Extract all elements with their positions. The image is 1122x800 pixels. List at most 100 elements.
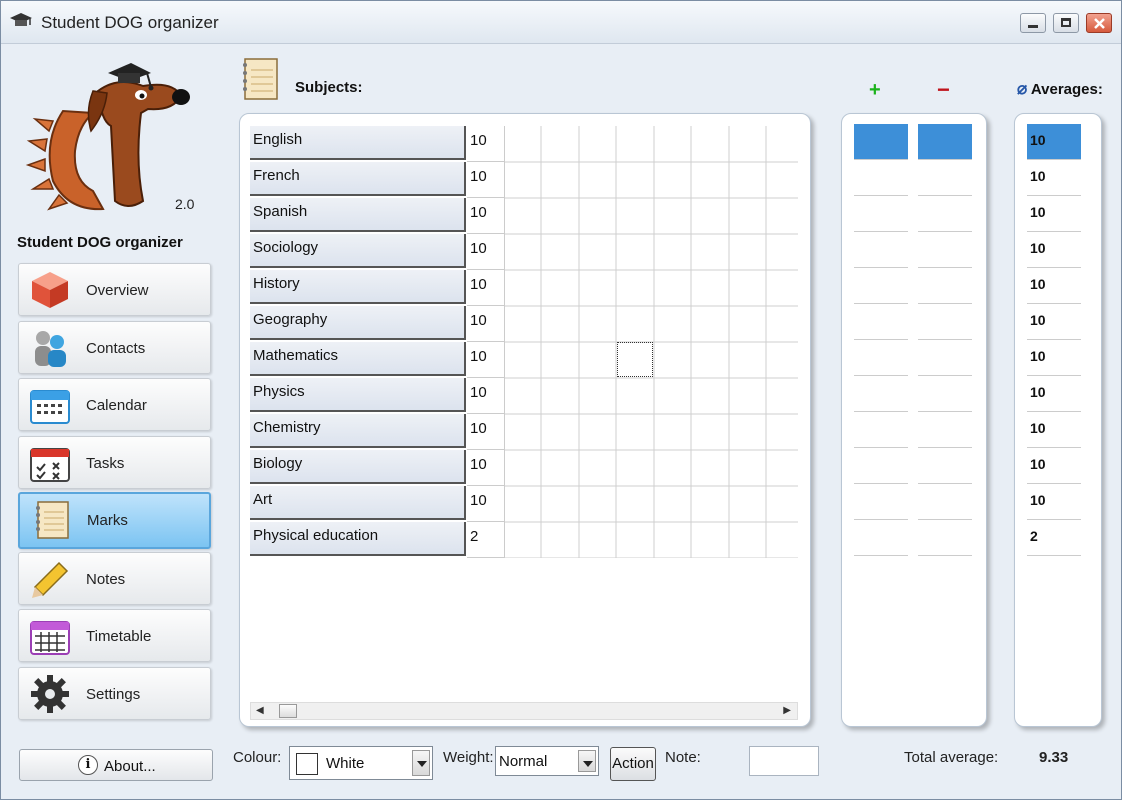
scroll-left-icon[interactable]: ◀ <box>256 705 264 716</box>
minus-cell[interactable] <box>918 232 972 268</box>
nav-marks-label: Marks <box>87 512 128 529</box>
minimize-icon <box>1028 25 1038 28</box>
minus-icon[interactable]: − <box>937 77 950 103</box>
plus-cell[interactable] <box>854 340 908 376</box>
close-button[interactable] <box>1086 13 1112 33</box>
subject-name-cell[interactable]: History <box>250 270 466 304</box>
average-cell[interactable]: 10 <box>1027 304 1081 340</box>
weight-select[interactable]: Normal <box>495 746 599 776</box>
average-cell[interactable]: 2 <box>1027 520 1081 556</box>
plus-cell[interactable] <box>854 124 908 160</box>
subject-name-cell[interactable]: English <box>250 126 466 160</box>
plus-cell[interactable] <box>854 412 908 448</box>
subject-name-cell[interactable]: Biology <box>250 450 466 484</box>
nav-overview-label: Overview <box>86 282 149 299</box>
about-button[interactable]: i About... <box>19 749 213 781</box>
mark-cell[interactable]: 10 <box>467 162 505 198</box>
averages-title-label: Averages: <box>1030 81 1103 98</box>
minimize-button[interactable] <box>1020 13 1046 33</box>
plus-cell[interactable] <box>854 520 908 556</box>
action-button[interactable]: Action <box>610 747 656 781</box>
chevron-down-icon[interactable] <box>412 750 430 776</box>
minus-cell[interactable] <box>918 448 972 484</box>
average-cell[interactable]: 10 <box>1027 340 1081 376</box>
plus-icon[interactable]: + <box>869 79 881 102</box>
minus-cell[interactable] <box>918 160 972 196</box>
mark-cell[interactable]: 10 <box>467 270 505 306</box>
maximize-icon <box>1061 18 1071 27</box>
horizontal-scrollbar[interactable]: ◀ ▶ <box>250 702 798 720</box>
nav-contacts-button[interactable]: Contacts <box>18 321 211 374</box>
minus-cell[interactable] <box>918 376 972 412</box>
minus-cell[interactable] <box>918 196 972 232</box>
minus-cell[interactable] <box>918 304 972 340</box>
mark-cell[interactable]: 10 <box>467 234 505 270</box>
plus-cell[interactable] <box>854 268 908 304</box>
minus-cell[interactable] <box>918 124 972 160</box>
mark-cell[interactable]: 10 <box>467 342 505 378</box>
average-cell[interactable]: 10 <box>1027 232 1081 268</box>
mark-cell[interactable]: 10 <box>467 306 505 342</box>
nav-tasks-button[interactable]: Tasks <box>18 436 211 489</box>
graduation-cap-icon <box>10 13 32 26</box>
tasks-checklist-icon <box>30 448 70 482</box>
plus-cell[interactable] <box>854 196 908 232</box>
mark-cell[interactable]: 2 <box>467 522 505 558</box>
minus-cell[interactable] <box>918 520 972 556</box>
nav-calendar-button[interactable]: Calendar <box>18 378 211 431</box>
info-icon: i <box>78 755 98 775</box>
average-cell[interactable]: 10 <box>1027 160 1081 196</box>
subject-name-cell[interactable]: Mathematics <box>250 342 466 376</box>
subject-name-cell[interactable]: Sociology <box>250 234 466 268</box>
subject-name-cell[interactable]: Geography <box>250 306 466 340</box>
subject-name-cell[interactable]: Physical education <box>250 522 466 556</box>
average-cell[interactable]: 10 <box>1027 124 1081 160</box>
average-cell[interactable]: 10 <box>1027 196 1081 232</box>
plus-cell[interactable] <box>854 448 908 484</box>
scroll-thumb[interactable] <box>279 704 297 718</box>
chevron-down-icon[interactable] <box>578 750 596 772</box>
timetable-icon <box>30 621 70 655</box>
note-input[interactable] <box>749 746 819 776</box>
nav-overview-button[interactable]: Overview <box>18 263 211 316</box>
mark-cell[interactable]: 10 <box>467 198 505 234</box>
minus-cell[interactable] <box>918 268 972 304</box>
app-name-label: Student DOG organizer <box>17 234 183 251</box>
weight-label: Weight: <box>443 749 494 766</box>
mark-cell[interactable]: 10 <box>467 378 505 414</box>
minus-cell[interactable] <box>918 340 972 376</box>
maximize-button[interactable] <box>1053 13 1079 33</box>
scroll-right-icon[interactable]: ▶ <box>783 705 791 716</box>
plus-cell[interactable] <box>854 160 908 196</box>
plus-cell[interactable] <box>854 484 908 520</box>
minus-cell[interactable] <box>918 484 972 520</box>
focused-grid-cell[interactable] <box>617 342 653 377</box>
plus-cell[interactable] <box>854 376 908 412</box>
mark-cell[interactable]: 10 <box>467 450 505 486</box>
minus-cell[interactable] <box>918 412 972 448</box>
nav-marks-button[interactable]: Marks <box>18 492 211 549</box>
nav-timetable-button[interactable]: Timetable <box>18 609 211 662</box>
colour-select[interactable]: White <box>289 746 433 780</box>
subject-name-cell[interactable]: Spanish <box>250 198 466 232</box>
subject-name-cell[interactable]: Art <box>250 486 466 520</box>
averages-title: ⌀ Averages: <box>1017 79 1103 99</box>
average-cell[interactable]: 10 <box>1027 268 1081 304</box>
subject-name-cell[interactable]: French <box>250 162 466 196</box>
plus-cell[interactable] <box>854 232 908 268</box>
mark-cell[interactable]: 10 <box>467 486 505 522</box>
subject-name-cell[interactable]: Chemistry <box>250 414 466 448</box>
average-cell[interactable]: 10 <box>1027 448 1081 484</box>
average-symbol-icon: ⌀ <box>1017 79 1028 98</box>
mark-cell[interactable]: 10 <box>467 414 505 450</box>
app-window: Student DOG organizer 2.0 Student DOG or… <box>0 0 1122 800</box>
subject-name-cell[interactable]: Physics <box>250 378 466 412</box>
plus-minus-panel <box>841 113 987 727</box>
average-cell[interactable]: 10 <box>1027 412 1081 448</box>
nav-notes-button[interactable]: Notes <box>18 552 211 605</box>
nav-settings-button[interactable]: Settings <box>18 667 211 720</box>
mark-cell[interactable]: 10 <box>467 126 505 162</box>
plus-cell[interactable] <box>854 304 908 340</box>
average-cell[interactable]: 10 <box>1027 376 1081 412</box>
average-cell[interactable]: 10 <box>1027 484 1081 520</box>
